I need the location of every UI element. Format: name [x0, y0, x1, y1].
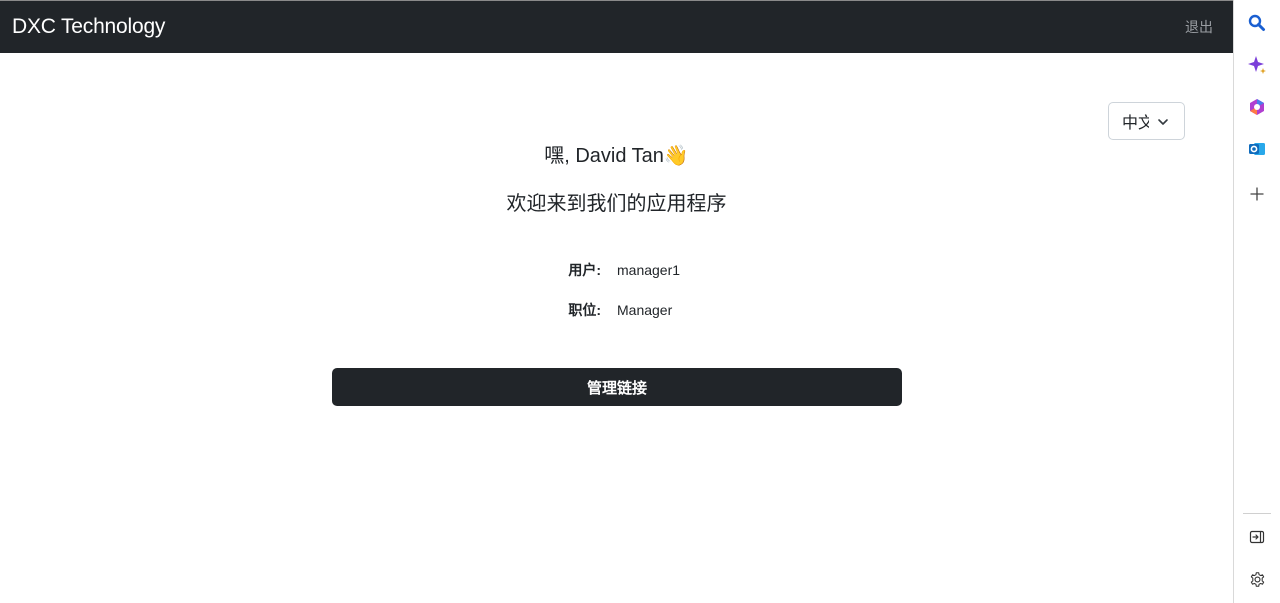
- settings-icon[interactable]: [1246, 568, 1268, 590]
- sidebar-divider: [1243, 513, 1271, 514]
- greeting-text: 嘿, David Tan: [544, 145, 664, 167]
- search-icon[interactable]: [1246, 12, 1268, 34]
- copilot-sparkle-icon[interactable]: [1246, 54, 1268, 76]
- chevron-down-icon: [1158, 119, 1168, 125]
- greeting-heading: 嘿, David Tan👋: [0, 143, 1233, 169]
- add-icon[interactable]: [1246, 183, 1268, 205]
- waving-hand-icon: 👋: [663, 145, 689, 167]
- role-row: 职位: Manager: [0, 300, 1233, 320]
- brand-title[interactable]: DXC Technology: [12, 14, 165, 40]
- outlook-icon[interactable]: [1246, 138, 1268, 160]
- logout-link[interactable]: 退出: [1185, 18, 1213, 36]
- user-label: 用户:: [568, 262, 601, 278]
- app-window: DXC Technology 退出 中文 嘿, David Tan👋 欢迎来到我…: [0, 0, 1233, 603]
- role-label: 职位:: [568, 302, 601, 318]
- office-icon[interactable]: [1246, 96, 1268, 118]
- language-select-value: 中文: [1122, 115, 1149, 132]
- role-value: Manager: [617, 302, 673, 318]
- sidebar-toggle-icon[interactable]: [1246, 526, 1268, 548]
- user-value: manager1: [617, 262, 681, 278]
- top-navbar: DXC Technology 退出: [0, 1, 1233, 53]
- language-select[interactable]: 中文: [1108, 102, 1185, 140]
- welcome-message: 欢迎来到我们的应用程序: [506, 193, 727, 215]
- browser-sidebar: [1233, 0, 1280, 603]
- manage-links-button[interactable]: 管理链接: [332, 368, 902, 406]
- user-row: 用户: manager1: [0, 260, 1233, 280]
